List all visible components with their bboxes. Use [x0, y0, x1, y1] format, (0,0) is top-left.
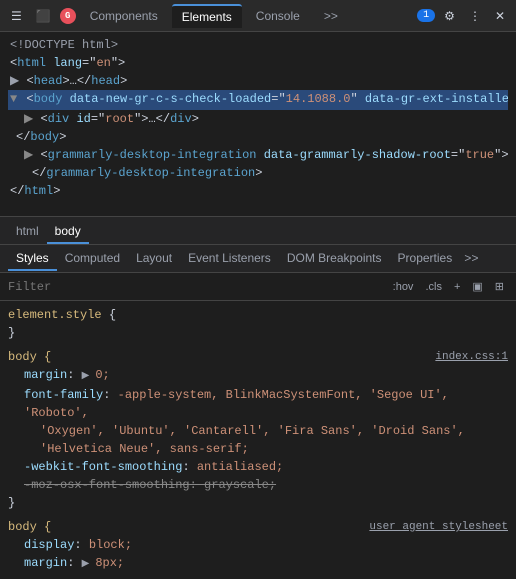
tab-body[interactable]: body	[47, 220, 89, 244]
toggle-icon-1[interactable]: ▣	[468, 279, 486, 294]
html-line-body[interactable]: ▼ <body data-new-gr-c-s-check-loaded="14…	[8, 90, 508, 110]
css-prop-margin: margin: ▶ 0;	[8, 366, 508, 386]
gear-icon[interactable]: ⚙	[439, 7, 460, 25]
html-line-close-body: </body>	[8, 128, 508, 146]
subtab-layout[interactable]: Layout	[128, 247, 180, 271]
subtab-event-listeners[interactable]: Event Listeners	[180, 247, 279, 271]
styles-subtabs-bar: Styles Computed Layout Event Listeners D…	[0, 245, 516, 273]
html-line-close-html: </html>	[8, 182, 508, 200]
subtab-overflow-icon[interactable]: >>	[460, 252, 482, 266]
css-selector-body-ua[interactable]: body {	[8, 518, 51, 536]
css-prop-moz-smoothing: -moz-osx-font-smoothing: grayscale;	[8, 476, 508, 494]
css-source-index[interactable]: index.css:1	[435, 348, 508, 366]
dots-icon[interactable]: ⋮	[464, 7, 486, 25]
toolbar: ☰ ⬛ G Components Elements Console >> 1 ⚙…	[0, 0, 516, 32]
grammarly-icon: G	[60, 8, 76, 24]
css-prop-display: display: block;	[8, 536, 508, 554]
hov-button[interactable]: :hov	[389, 280, 418, 294]
close-icon[interactable]: ✕	[490, 7, 510, 25]
css-rule-body-ua-header: body { user agent stylesheet	[8, 518, 508, 536]
bottom-tabs-bar: html body	[0, 217, 516, 245]
html-line-close-grammarly: </grammarly-desktop-integration>	[8, 164, 508, 182]
collapse-arrow-head: ▶	[10, 74, 26, 88]
css-rule-element-style: element.style { }	[8, 305, 508, 343]
css-close-element-style: }	[8, 324, 508, 342]
css-selector-body[interactable]: body {	[8, 348, 51, 366]
css-prop-font-family-line1: font-family: -apple-system, BlinkMacSyst…	[8, 386, 508, 422]
css-prop-margin-ua: margin: ▶ 8px;	[8, 554, 508, 574]
css-prop-font-family-line3: 'Helvetica Neue', sans-serif;	[8, 440, 508, 458]
tab-html[interactable]: html	[8, 220, 47, 244]
add-rule-button[interactable]: +	[450, 280, 464, 294]
css-prop-font-family-line2: 'Oxygen', 'Ubuntu', 'Cantarell', 'Fira S…	[8, 422, 508, 440]
css-panel: element.style { } body { index.css:1 mar…	[0, 301, 516, 579]
subtab-properties[interactable]: Properties	[390, 247, 461, 271]
html-panel: <!DOCTYPE html> <html lang="en"> ▶ <head…	[0, 32, 516, 217]
css-prop-webkit-smoothing: -webkit-font-smoothing: antialiased;	[8, 458, 508, 476]
filter-input[interactable]	[8, 280, 385, 294]
css-rule-body-useragent: body { user agent stylesheet display: bl…	[8, 517, 508, 575]
filter-bar: :hov .cls + ▣ ⊞	[0, 273, 516, 301]
device-icon[interactable]: ⬛	[31, 7, 56, 25]
html-line-grammarly[interactable]: ▶ <grammarly-desktop-integration data-gr…	[8, 146, 508, 164]
html-line-head[interactable]: ▶ <head>…</head>	[8, 72, 508, 90]
toggle-icon-2[interactable]: ⊞	[491, 279, 508, 294]
css-source-ua: user agent stylesheet	[369, 518, 508, 536]
tab-console[interactable]: Console	[246, 5, 310, 27]
tab-more[interactable]: >>	[314, 5, 348, 27]
badge-count: 1	[417, 9, 435, 22]
css-close-body-index: }	[8, 494, 508, 512]
html-line-doctype: <!DOCTYPE html>	[8, 36, 508, 54]
tab-components[interactable]: Components	[80, 5, 168, 27]
css-selector-element-style[interactable]: element.style {	[8, 306, 508, 324]
subtab-computed[interactable]: Computed	[57, 247, 128, 271]
css-rule-body-header: body { index.css:1	[8, 348, 508, 366]
inspect-icon[interactable]: ☰	[6, 7, 27, 25]
css-rule-body-index: body { index.css:1 margin: ▶ 0; font-fam…	[8, 347, 508, 513]
cls-button[interactable]: .cls	[421, 280, 446, 294]
subtab-styles[interactable]: Styles	[8, 247, 57, 271]
html-line-html: <html lang="en">	[8, 54, 508, 72]
subtab-dom-breakpoints[interactable]: DOM Breakpoints	[279, 247, 390, 271]
html-line-div-root[interactable]: ▶ <div id="root">…</div>	[8, 110, 508, 128]
tab-elements[interactable]: Elements	[172, 4, 242, 28]
